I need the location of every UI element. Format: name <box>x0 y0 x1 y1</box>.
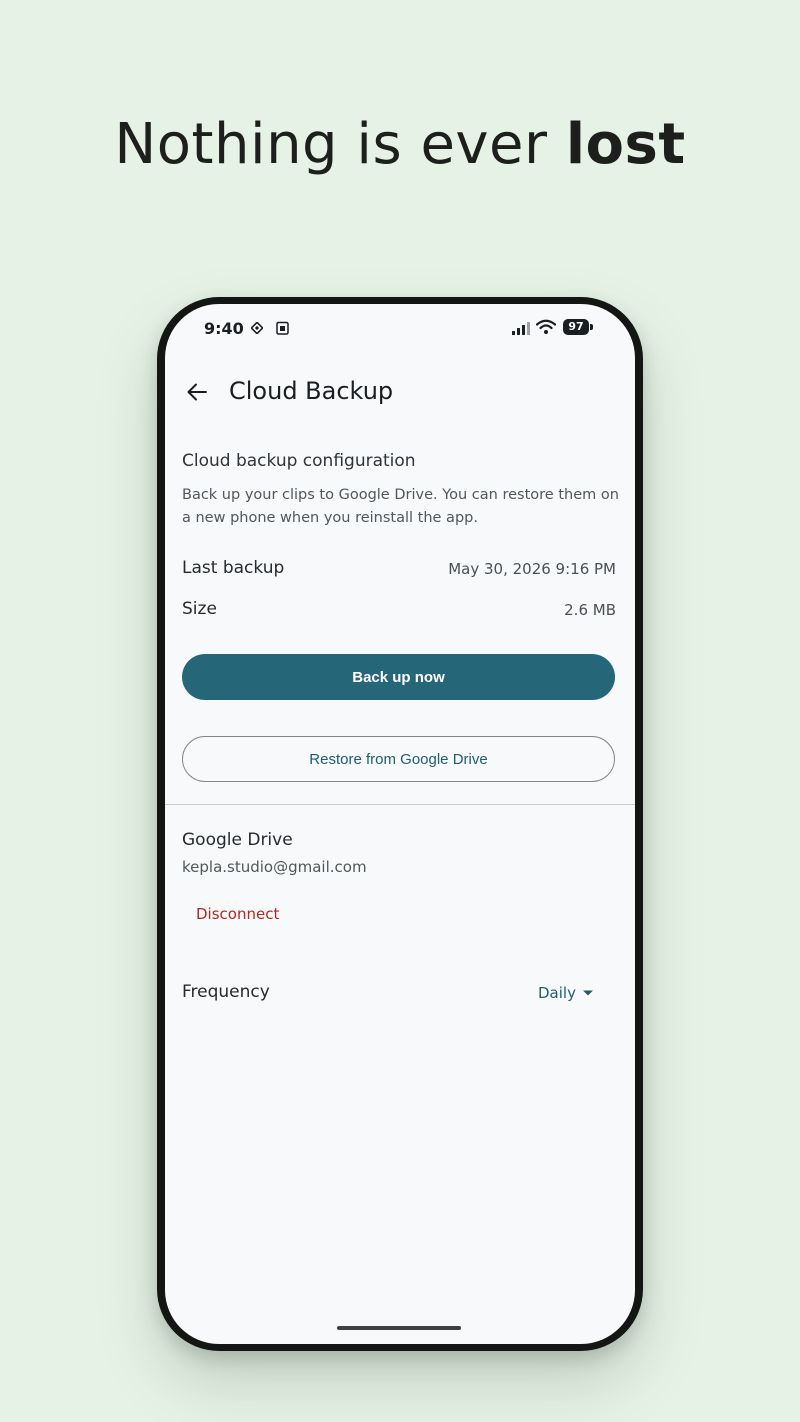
disconnect-button[interactable]: Disconnect <box>196 905 279 923</box>
arrow-back-icon <box>187 383 207 401</box>
home-indicator[interactable] <box>337 1326 461 1330</box>
back-up-now-button[interactable]: Back up now <box>182 654 615 700</box>
back-button[interactable] <box>179 374 215 410</box>
battery-tip <box>590 324 593 330</box>
dropdown-arrow-icon <box>582 990 593 996</box>
section-description: Back up your clips to Google Drive. You … <box>182 487 619 526</box>
phone-screen: 9:40 97 Cloud Backup Cloud backup config… <box>165 304 635 1344</box>
drive-title: Google Drive <box>182 830 293 850</box>
headline-bold: lost <box>565 112 686 177</box>
page-title: Cloud Backup <box>229 377 394 405</box>
frequency-label: Frequency <box>182 982 270 1002</box>
size-value: 2.6 MB <box>564 601 616 619</box>
divider <box>165 804 635 805</box>
last-backup-value: May 30, 2026 9:16 PM <box>448 560 616 578</box>
signal-icon <box>512 322 530 335</box>
restore-button[interactable]: Restore from Google Drive <box>182 736 615 782</box>
headline: Nothing is ever lost <box>0 112 800 177</box>
headline-light: Nothing is ever <box>114 112 566 177</box>
calendar-icon <box>276 321 289 335</box>
status-time: 9:40 <box>204 319 244 338</box>
drive-email: kepla.studio@gmail.com <box>182 858 367 876</box>
size-label: Size <box>182 599 217 619</box>
last-backup-label: Last backup <box>182 558 285 578</box>
section-title: Cloud backup configuration <box>182 451 416 471</box>
wifi-icon <box>536 319 556 334</box>
battery-level: 97 <box>563 319 589 335</box>
frequency-value: Daily <box>538 984 576 1002</box>
phone-frame: 9:40 97 Cloud Backup Cloud backup config… <box>157 297 643 1351</box>
battery-icon: 97 <box>563 319 593 335</box>
sim-icon <box>251 322 263 334</box>
frequency-dropdown[interactable]: Daily <box>538 984 594 1002</box>
